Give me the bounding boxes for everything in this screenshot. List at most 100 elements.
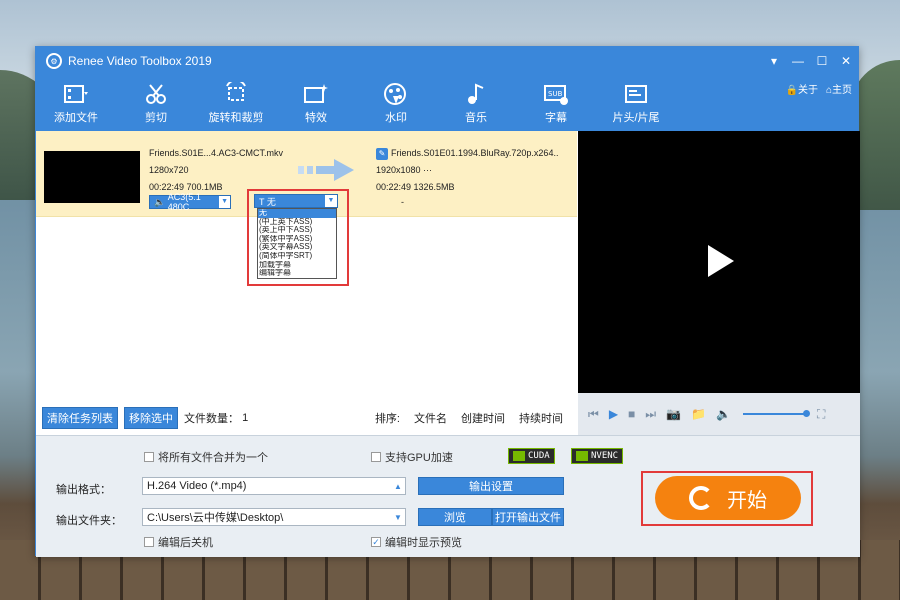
file-count: 1 (242, 412, 249, 424)
menu-dropdown-icon[interactable]: ▾ (762, 54, 786, 68)
play-overlay-icon[interactable] (708, 245, 734, 277)
nvenc-badge: NVENC (571, 448, 624, 464)
video-preview[interactable] (578, 131, 860, 393)
toolbar-effects-label: 特效 (305, 112, 327, 124)
sort-label: 排序: (374, 413, 400, 425)
list-action-bar: 清除任务列表 移除选中 文件数量： 1 排序: 文件名 创建时间 持续时间 (36, 403, 577, 433)
toolbar-intro-outro[interactable]: 片头/片尾 (596, 81, 676, 125)
toolbar-subtitle[interactable]: SUB 字幕 (516, 81, 596, 125)
output-folder-label: 输出文件夹： (56, 515, 122, 527)
nvidia-icon (513, 451, 525, 461)
output-folder-input[interactable]: C:\Users\云中传媒\Desktop\ ▼ (142, 508, 406, 526)
output-panel: 将所有文件合并为一个 支持GPU加速 CUDA NVENC 输出格式： H.26… (36, 435, 860, 557)
merge-label: 将所有文件合并为一个 (158, 452, 268, 464)
video-thumbnail (44, 151, 140, 203)
output-format-select[interactable]: H.264 Video (*.mp4) ▲ (142, 477, 406, 495)
about-link-label: 关于 (797, 85, 818, 96)
volume-slider[interactable] (742, 410, 810, 417)
next-icon[interactable]: ⏭ (645, 407, 656, 422)
main-content: Friends.S01E...4.AC3-CMCT.mkv 1280x720 0… (36, 131, 860, 435)
open-output-folder-button[interactable]: 打开输出文件 (492, 508, 564, 526)
checkbox-box: ✓ (371, 537, 381, 547)
clear-tasks-button[interactable]: 清除任务列表 (42, 407, 118, 429)
toolbar-add-file-label: 添加文件 (54, 112, 98, 124)
title-bar: ⚙ Renee Video Toolbox 2019 ▾ — ☐ ✕ (36, 47, 858, 75)
window-controls: ▾ — ☐ ✕ (762, 54, 858, 68)
output-filename: Friends.S01E01.1994.BluRay.720p.x264.. (391, 148, 559, 158)
audio-track-value: AC3(5.1 480C (167, 192, 201, 212)
maximize-button[interactable]: ☐ (810, 54, 834, 68)
cuda-badge: CUDA (508, 448, 555, 464)
toolbar-watermark-label: 水印 (385, 112, 407, 124)
toolbar-cut[interactable]: 剪切 (116, 81, 196, 125)
folder-icon[interactable]: 📁 (691, 407, 706, 421)
chevron-up-icon: ▲ (394, 481, 402, 491)
rotate-crop-icon (196, 81, 276, 107)
home-link-label: 主页 (832, 85, 852, 96)
lock-icon: 🔒 (785, 85, 798, 96)
app-window: ⚙ Renee Video Toolbox 2019 ▾ — ☐ ✕ 添加文件 … (35, 46, 860, 557)
source-filename: Friends.S01E...4.AC3-CMCT.mkv (149, 148, 284, 158)
fullscreen-icon[interactable]: ⛶ (817, 407, 825, 422)
volume-icon: 🔈 (716, 407, 731, 421)
sort-by-created[interactable]: 创建时间 (461, 410, 505, 426)
toolbar-rotate-crop[interactable]: 旋转和裁剪 (196, 81, 276, 125)
shutdown-label: 编辑后关机 (158, 537, 213, 549)
sort-options: 排序: 文件名 创建时间 持续时间 (375, 410, 577, 426)
previous-icon[interactable]: ⏮ (588, 407, 599, 422)
shutdown-checkbox[interactable]: 编辑后关机 (144, 534, 213, 550)
start-button[interactable]: 开始 (655, 476, 801, 520)
play-icon[interactable]: ▶ (609, 407, 618, 421)
chevron-down-icon: ▼ (394, 512, 402, 522)
sort-by-name[interactable]: 文件名 (414, 410, 447, 426)
subtitle-icon: SUB (516, 81, 596, 107)
home-link[interactable]: ⌂主页 (826, 81, 852, 96)
toolbar-effects[interactable]: 特效 (276, 81, 356, 125)
speaker-icon: 🔈 (154, 196, 166, 207)
subtitle-highlight-box (247, 189, 349, 286)
browse-button[interactable]: 浏览 (418, 508, 492, 526)
top-right-links: 🔒关于 ⌂主页 (786, 81, 853, 96)
intro-outro-icon (596, 81, 676, 107)
remove-selected-button[interactable]: 移除选中 (124, 407, 178, 429)
toolbar-rotate-crop-label: 旋转和裁剪 (208, 112, 264, 124)
output-format-label: 输出格式： (56, 484, 111, 496)
window-title: Renee Video Toolbox 2019 (68, 54, 212, 68)
toolbar: 添加文件 剪切 旋转和裁剪 特效 水印 音乐 SUB 字幕 片头/片尾 🔒关于 ⌂… (36, 75, 858, 131)
cuda-label: CUDA (528, 451, 550, 461)
stop-icon[interactable]: ■ (628, 407, 635, 421)
output-info: ✎ Friends.S01E01.1994.BluRay.720p.x264.. … (376, 145, 558, 196)
file-list: Friends.S01E...4.AC3-CMCT.mkv 1280x720 0… (36, 131, 577, 435)
audio-track-dropdown[interactable]: 🔈 AC3(5.1 480C ▼ (149, 192, 231, 212)
toolbar-cut-label: 剪切 (145, 112, 167, 124)
toolbar-music-label: 音乐 (465, 112, 487, 124)
close-button[interactable]: ✕ (834, 54, 858, 68)
output-folder-value: C:\Users\云中传媒\Desktop\ (147, 512, 284, 524)
start-label: 开始 (727, 489, 767, 512)
audio-output-value: - (401, 197, 404, 207)
toolbar-watermark[interactable]: 水印 (356, 81, 436, 125)
edit-name-icon[interactable]: ✎ (376, 147, 388, 160)
nvenc-label: NVENC (591, 451, 619, 461)
preview-label: 编辑时显示预览 (385, 537, 462, 549)
source-resolution: 1280x720 (149, 165, 189, 175)
refresh-icon (689, 486, 713, 510)
gpu-checkbox[interactable]: 支持GPU加速 (371, 449, 453, 465)
player-controls: ⏮ ▶ ■ ⏭ 📷 📁 🔈 ⛶ (578, 393, 860, 435)
output-settings-button[interactable]: 输出设置 (418, 477, 564, 495)
output-format-value: H.264 Video (*.mp4) (147, 480, 247, 492)
checkbox-box (371, 452, 381, 462)
minimize-button[interactable]: — (786, 54, 810, 68)
output-resolution: 1920x1080 ··· (376, 165, 433, 175)
toolbar-music[interactable]: 音乐 (436, 81, 516, 125)
effects-icon (276, 81, 356, 107)
about-link[interactable]: 🔒关于 (786, 81, 818, 96)
toolbar-add-file[interactable]: 添加文件 (36, 81, 116, 125)
preview-checkbox[interactable]: ✓ 编辑时显示预览 (371, 534, 462, 550)
music-icon (436, 81, 516, 107)
camera-icon[interactable]: 📷 (666, 407, 681, 421)
sort-by-duration[interactable]: 持续时间 (519, 410, 563, 426)
merge-checkbox[interactable]: 将所有文件合并为一个 (144, 449, 268, 465)
checkbox-box (144, 452, 154, 462)
app-logo-icon: ⚙ (46, 53, 62, 69)
